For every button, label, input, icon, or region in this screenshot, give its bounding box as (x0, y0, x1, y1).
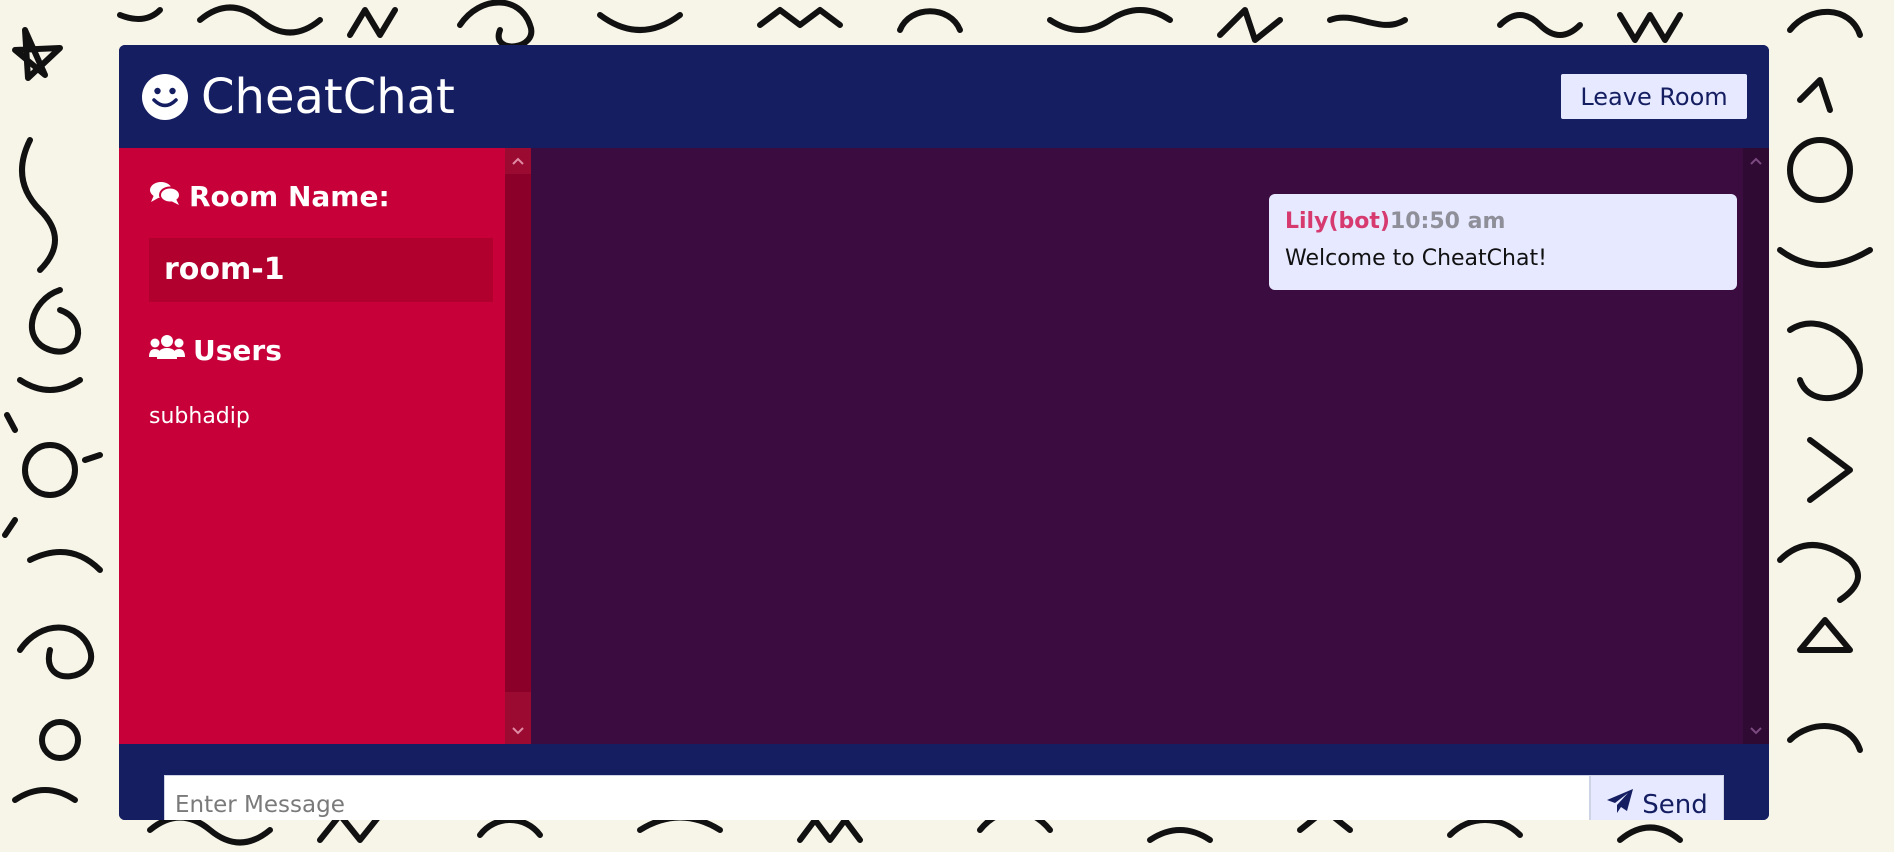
message-meta: Lily(bot)10:50 am (1285, 208, 1721, 236)
leave-room-button[interactable]: Leave Room (1561, 74, 1747, 119)
app-title: CheatChat (201, 69, 455, 125)
sidebar-scrollbar[interactable] (505, 148, 531, 744)
app-logo: CheatChat (141, 73, 455, 121)
users-heading-label: Users (193, 334, 282, 367)
chat-sidebar: Room Name: room-1 Users subhadip (119, 148, 531, 744)
users-icon (149, 334, 193, 367)
user-item: subhadip (149, 404, 250, 429)
sidebar-scroll-track[interactable] (505, 174, 531, 692)
message-time: 10:50 am (1389, 209, 1506, 234)
send-button-label: Send (1642, 789, 1708, 820)
chat-window: CheatChat Leave Room Room Name: room-1 U… (119, 45, 1769, 820)
room-name-heading-label: Room Name: (189, 180, 390, 213)
scroll-down-icon[interactable] (505, 718, 531, 744)
chat-header: CheatChat Leave Room (119, 45, 1769, 148)
paper-plane-icon (1606, 788, 1642, 820)
scroll-up-icon[interactable] (505, 148, 531, 174)
message-input[interactable] (164, 775, 1590, 820)
scroll-up-icon[interactable] (1743, 148, 1769, 174)
scroll-down-icon[interactable] (1743, 718, 1769, 744)
message-author: Lily(bot) (1285, 209, 1390, 234)
chat-messages: Lily(bot)10:50 am Welcome to CheatChat! (531, 148, 1769, 744)
message-text: Welcome to CheatChat! (1285, 246, 1547, 271)
room-name: room-1 (149, 238, 493, 302)
messages-scrollbar[interactable] (1743, 148, 1769, 744)
users-heading: Users (149, 334, 282, 367)
send-button[interactable]: Send (1590, 775, 1724, 820)
room-name-heading: Room Name: (149, 180, 390, 213)
comments-icon (149, 180, 189, 213)
message-composer: Send (119, 744, 1769, 820)
message-bubble: Lily(bot)10:50 am Welcome to CheatChat! (1269, 194, 1737, 290)
users-list: subhadip (149, 401, 250, 433)
smile-icon (141, 73, 189, 121)
